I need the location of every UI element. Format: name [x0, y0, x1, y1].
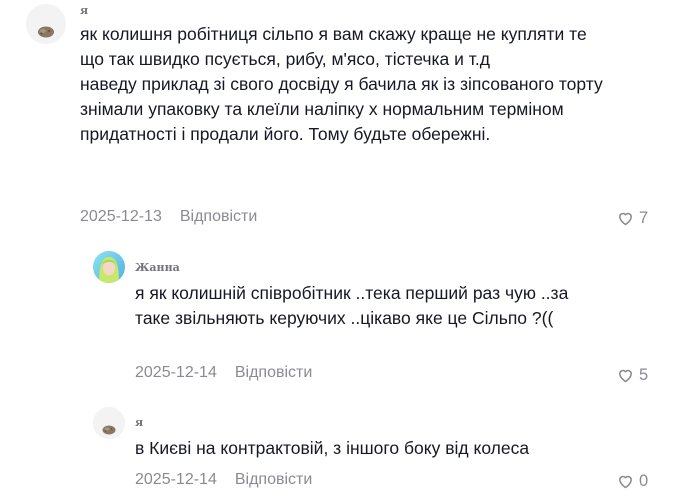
user-avatar[interactable]: [26, 4, 66, 44]
comment-meta: 2025-12-14 Відповісти: [135, 364, 312, 382]
reply-button[interactable]: Відповісти: [235, 364, 312, 382]
like-count: 7: [639, 209, 649, 227]
comment-date: 2025-12-14: [135, 364, 217, 381]
comment-date: 2025-12-14: [135, 471, 217, 488]
potato-avatar-icon: [93, 407, 125, 439]
user-avatar[interactable]: [93, 251, 125, 283]
heart-icon: [619, 212, 632, 226]
comment-text: я як колишній співробітник ..тека перший…: [135, 283, 569, 328]
comment-author[interactable]: я: [135, 416, 143, 429]
comment-text: в Києві на контрактовій, з іншого боку в…: [135, 438, 530, 458]
like-button[interactable]: 7: [617, 209, 648, 228]
like-button[interactable]: 5: [617, 366, 648, 385]
like-button[interactable]: 0: [617, 472, 648, 491]
comment-meta: 2025-12-13 Відповісти: [80, 208, 257, 226]
comment-author[interactable]: я: [80, 4, 88, 17]
like-count: 0: [639, 472, 649, 490]
comment-author[interactable]: Жанна: [135, 261, 180, 274]
reply-button[interactable]: Відповісти: [235, 471, 312, 489]
comment-text: як колишня робітниця сільпо я вам скажу …: [80, 22, 610, 147]
comment-text-line: як колишня робітниця сільпо я вам скажу …: [80, 24, 603, 144]
girl-avatar-icon: [93, 251, 125, 283]
potato-avatar-icon: [26, 4, 66, 44]
heart-icon: [619, 369, 632, 383]
like-count: 5: [639, 366, 649, 384]
comment-date: 2025-12-13: [80, 208, 162, 225]
heart-icon: [619, 475, 632, 489]
reply-button[interactable]: Відповісти: [180, 208, 257, 226]
comment-meta: 2025-12-14 Відповісти: [135, 471, 312, 489]
user-avatar[interactable]: [93, 407, 125, 439]
